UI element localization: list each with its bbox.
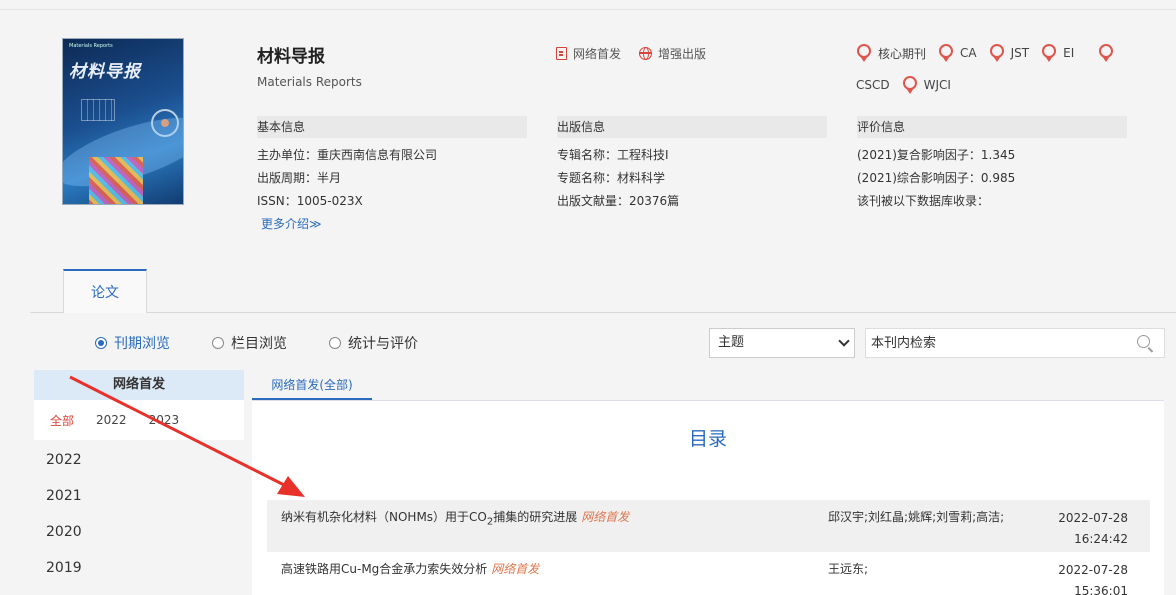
badge-ei[interactable]: EI xyxy=(1041,44,1114,62)
more-intro-link[interactable]: 更多介绍≫ xyxy=(261,215,322,232)
chevron-down-icon xyxy=(838,335,850,347)
badge-label: 核心期刊 xyxy=(878,46,927,61)
radio-dot xyxy=(95,337,107,349)
badge-ca[interactable]: CA xyxy=(938,44,977,62)
article-title-link[interactable]: 纳米有机杂化材料（NOHMs）用于CO2捕集的研究进展 网络首发 xyxy=(281,508,629,527)
eval-info-list: (2021)复合影响因子：1.345 (2021)综合影响因子：0.985 该刊… xyxy=(857,144,1015,213)
year-item-2020[interactable]: 2020 xyxy=(46,520,82,556)
journal-subtitle: Materials Reports xyxy=(257,75,362,89)
toc-title: 目录 xyxy=(688,428,727,450)
tab-divider xyxy=(30,312,1176,313)
in-journal-search-input[interactable] xyxy=(865,328,1165,358)
year-filter-all[interactable]: 全部 xyxy=(50,412,74,429)
basic-info-list: 主办单位：重庆西南信息有限公司 出版周期：半月 ISSN：1005-023X xyxy=(257,144,437,213)
radio-column-browse[interactable]: 栏目浏览 xyxy=(212,333,287,353)
article-time: 16:24:42 xyxy=(1074,532,1128,546)
badge-label: CSCD xyxy=(856,78,890,92)
cover-graphic-cube xyxy=(89,157,143,204)
info-issn: ISSN：1005-023X xyxy=(257,194,363,208)
award-icon xyxy=(1098,44,1114,62)
article-authors: 邱汉宇;刘红晶;姚辉;刘雪莉;高洁; xyxy=(828,510,1005,524)
info-count: 出版文献量：20376篇 xyxy=(557,194,680,208)
index-badges: 核心期刊 CA JST EI CSCD WJCI xyxy=(856,44,1146,94)
tab-papers[interactable]: 论文 xyxy=(63,269,147,313)
article-time: 15:36:01 xyxy=(1074,584,1128,595)
award-icon xyxy=(938,44,954,62)
tab-online-first-all[interactable]: 网络首发(全部) xyxy=(252,372,372,400)
info-sponsor: 主办单位：重庆西南信息有限公司 xyxy=(257,148,438,162)
cover-small-title: Materials Reports xyxy=(69,43,113,49)
online-first-tag: 网络首发 xyxy=(581,510,630,524)
info-composite-if: (2021)复合影响因子：1.345 xyxy=(857,148,1016,162)
radio-issue-browse[interactable]: 刊期浏览 xyxy=(95,333,170,353)
document-icon xyxy=(556,47,567,60)
enhanced-publishing-link[interactable]: 增强出版 xyxy=(639,45,706,62)
award-icon xyxy=(856,44,872,62)
info-databases: 该刊被以下数据库收录： xyxy=(857,194,990,208)
search-icon[interactable] xyxy=(1137,335,1150,348)
online-first-link[interactable]: 网络首发 xyxy=(556,45,621,62)
article-datetime: 2022-07-28 16:24:42 xyxy=(1058,508,1128,550)
online-first-label: 网络首发 xyxy=(573,47,622,61)
select-value: 主题 xyxy=(718,335,745,350)
table-row: 高速铁路用Cu-Mg合金承力索失效分析 网络首发 王远东; 2022-07-28 1… xyxy=(267,552,1150,595)
article-title-text: 纳米有机杂化材料（NOHMs）用于CO xyxy=(281,510,487,524)
info-topic: 专题名称：材料科学 xyxy=(557,171,666,185)
info-overall-if: (2021)综合影响因子：0.985 xyxy=(857,171,1016,185)
eval-info-heading: 评价信息 xyxy=(857,116,1127,138)
info-cycle: 出版周期：半月 xyxy=(257,171,342,185)
journal-cover-image[interactable]: Materials Reports 材料导报 xyxy=(62,38,184,205)
journal-title: 材料导报 xyxy=(257,47,325,67)
badge-label: WJCI xyxy=(923,78,951,92)
browse-mode-radios: 刊期浏览 栏目浏览 统计与评价 xyxy=(95,333,418,353)
radio-label: 栏目浏览 xyxy=(231,336,287,352)
award-icon xyxy=(1041,44,1057,62)
year-filter-2022[interactable]: 2022 xyxy=(96,413,127,427)
article-title-link[interactable]: 高速铁路用Cu-Mg合金承力索失效分析 网络首发 xyxy=(281,560,539,577)
year-list: 2022 2021 2020 2019 xyxy=(46,448,82,592)
year-filter-2023[interactable]: 2023 xyxy=(149,413,180,427)
badge-label: EI xyxy=(1063,46,1075,60)
badge-core[interactable]: 核心期刊 xyxy=(856,44,926,62)
article-authors: 王远东; xyxy=(828,562,869,576)
online-first-nav-heading: 网络首发 xyxy=(34,370,244,400)
online-first-year-filter: 全部 2022 2023 xyxy=(34,400,244,440)
publish-info-heading: 出版信息 xyxy=(557,116,827,138)
award-icon xyxy=(902,76,918,94)
globe-icon xyxy=(639,47,653,60)
publish-info-list: 专辑名称：工程科技I 专题名称：材料科学 出版文献量：20376篇 xyxy=(557,144,679,213)
article-datetime: 2022-07-28 15:36:01 xyxy=(1058,560,1128,595)
publishing-links: 网络首发 增强出版 xyxy=(556,45,706,62)
award-icon xyxy=(989,44,1005,62)
year-item-2019[interactable]: 2019 xyxy=(46,556,82,592)
radio-stats-eval[interactable]: 统计与评价 xyxy=(329,333,418,353)
badge-cscd[interactable]: CSCD xyxy=(856,76,890,94)
article-title-text: 捕集的研究进展 xyxy=(493,510,578,524)
online-first-tag: 网络首发 xyxy=(491,562,540,576)
article-date: 2022-07-28 xyxy=(1058,563,1128,577)
top-nav-strip xyxy=(0,0,1176,10)
year-item-2021[interactable]: 2021 xyxy=(46,484,82,520)
cover-title: 材料导报 xyxy=(69,62,141,82)
search-field-select[interactable]: 主题 xyxy=(709,328,855,358)
article-date: 2022-07-28 xyxy=(1058,511,1128,525)
year-item-2022[interactable]: 2022 xyxy=(46,448,82,484)
cover-graphic-grid xyxy=(81,99,115,121)
table-row: 纳米有机杂化材料（NOHMs）用于CO2捕集的研究进展 网络首发 邱汉宇;刘红晶;… xyxy=(267,500,1150,552)
basic-info-heading: 基本信息 xyxy=(257,116,527,138)
info-album: 专辑名称：工程科技I xyxy=(557,148,669,162)
badge-label: CA xyxy=(960,46,977,60)
badge-label: JST xyxy=(1010,46,1030,60)
radio-dot xyxy=(329,337,341,349)
radio-label: 刊期浏览 xyxy=(114,336,170,352)
badge-wjci[interactable]: WJCI xyxy=(902,76,951,94)
radio-label: 统计与评价 xyxy=(348,336,418,352)
badge-jst[interactable]: JST xyxy=(989,44,1030,62)
enhanced-publishing-label: 增强出版 xyxy=(658,47,707,61)
article-title-text: 高速铁路用Cu-Mg合金承力索失效分析 xyxy=(281,562,488,576)
radio-dot xyxy=(212,337,224,349)
